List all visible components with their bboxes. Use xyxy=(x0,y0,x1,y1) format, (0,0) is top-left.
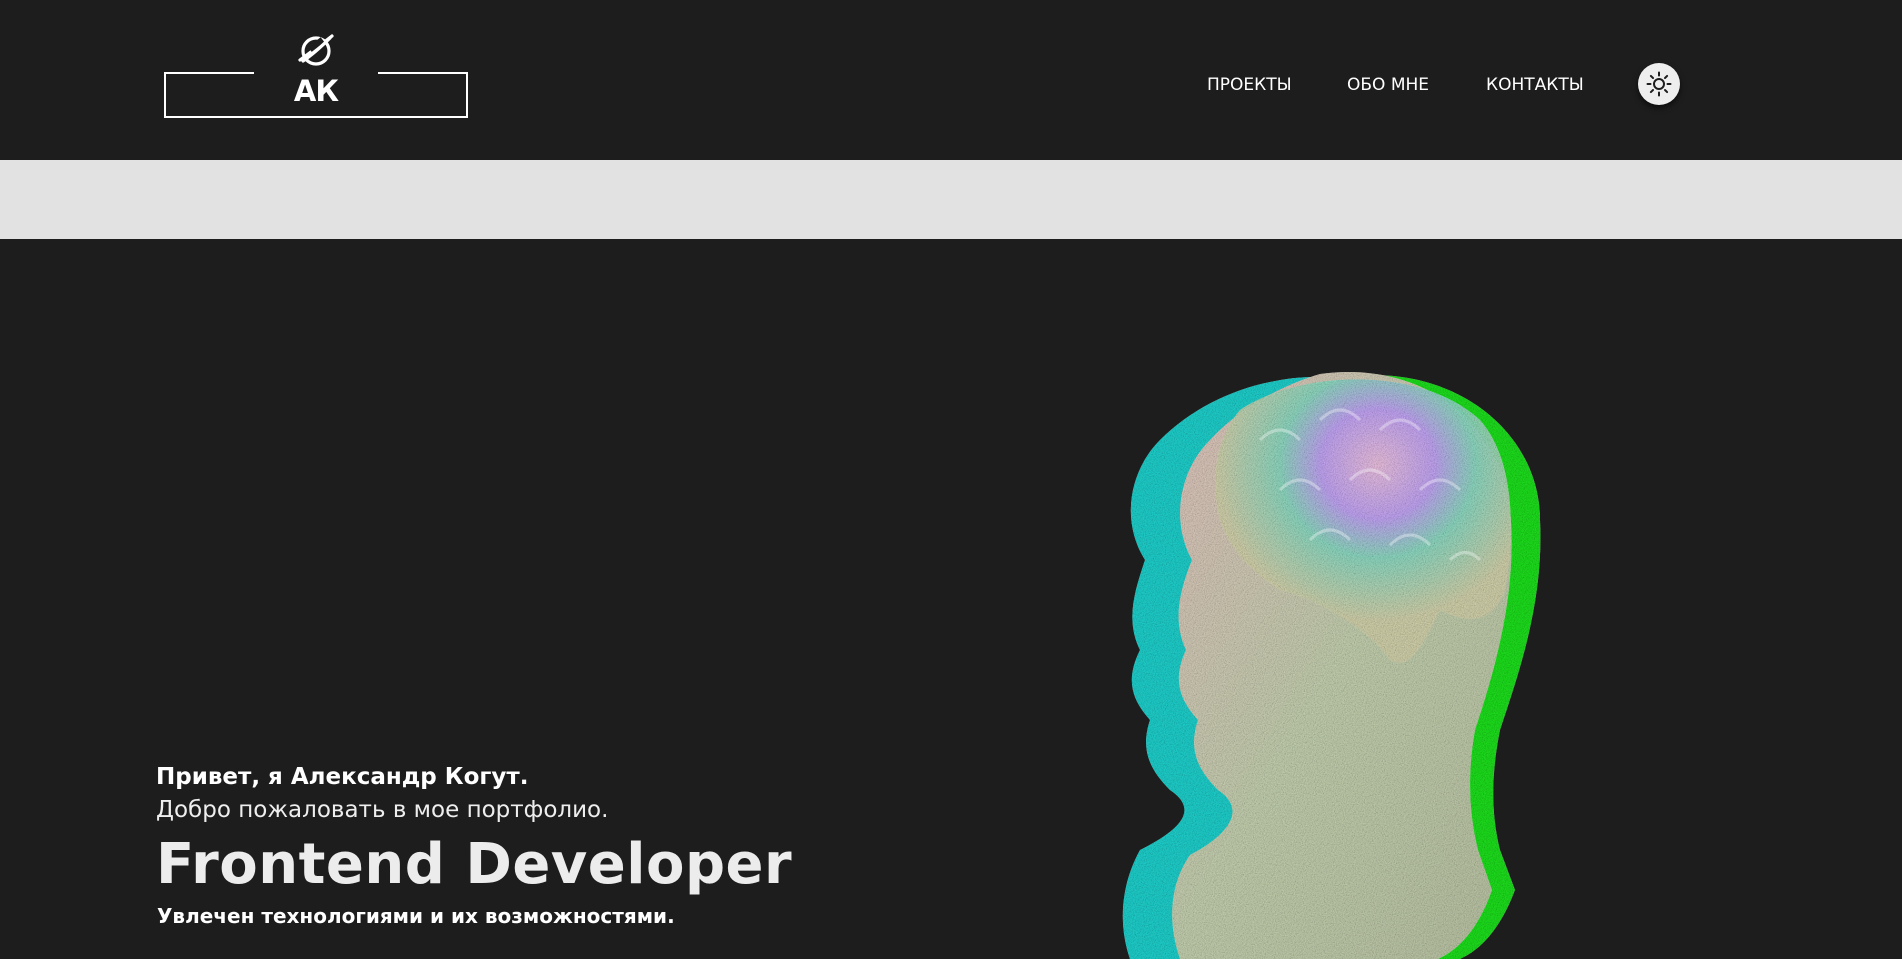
hero-tagline: Увлечен технологиями и их возможностями. xyxy=(157,904,675,928)
logo-text: АК xyxy=(293,74,339,108)
hero-role-title: Frontend Developer xyxy=(156,832,793,897)
sun-icon xyxy=(1646,71,1672,97)
theme-toggle-button[interactable] xyxy=(1638,63,1680,105)
site-header: АК ПРОЕКТЫ ОБО МНЕ КОНТАКТЫ xyxy=(0,0,1902,160)
nav-link-about[interactable]: ОБО МНЕ xyxy=(1347,75,1429,95)
hero-intro: Привет, я Александр Когут. Добро пожалов… xyxy=(156,760,608,826)
hero-greeting: Привет, я Александр Когут. xyxy=(156,764,529,790)
planet-icon xyxy=(298,34,334,66)
glitch-bust-image xyxy=(1122,371,1541,959)
hero-welcome: Добро пожаловать в мое портфолио. xyxy=(156,797,609,823)
nav-link-contacts[interactable]: КОНТАКТЫ xyxy=(1486,75,1584,95)
header-divider-strip xyxy=(0,160,1902,239)
logo-link[interactable]: АК xyxy=(164,30,468,120)
nav-link-projects[interactable]: ПРОЕКТЫ xyxy=(1207,75,1292,95)
